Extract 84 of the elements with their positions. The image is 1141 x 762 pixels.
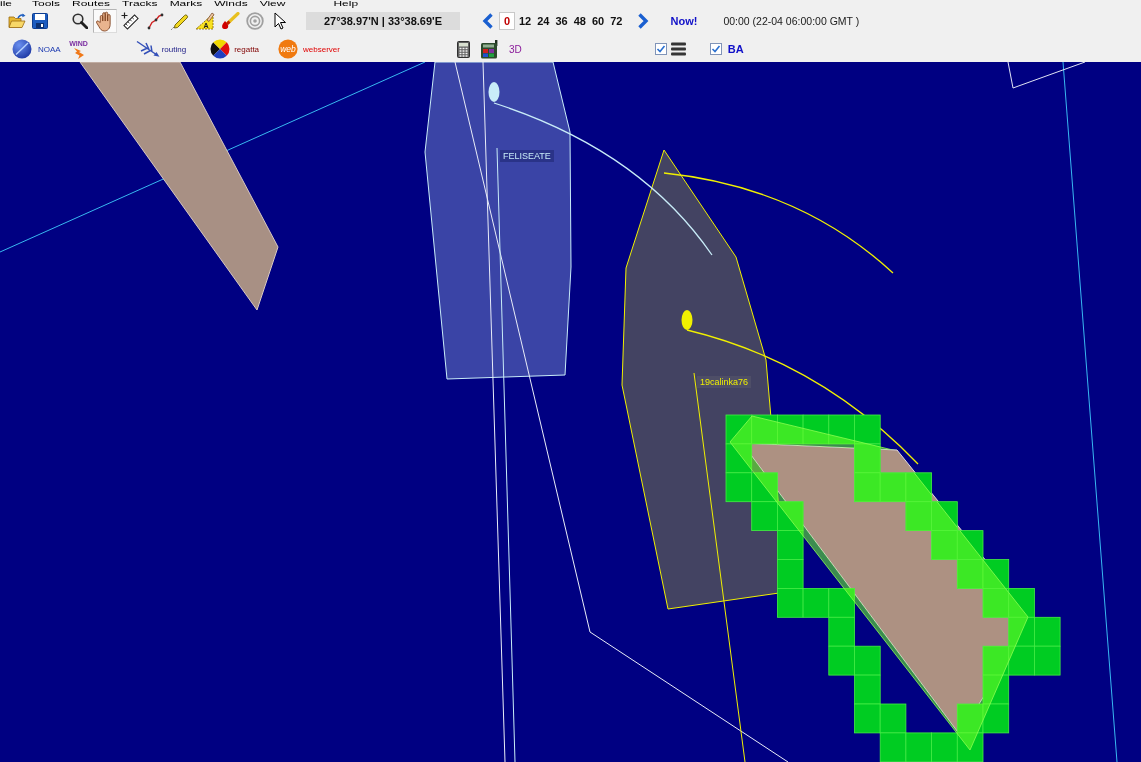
map-tile — [931, 732, 958, 762]
map-tile — [905, 732, 932, 762]
map-tile — [982, 645, 1010, 676]
forecast-hour-button[interactable]: 72 — [608, 12, 625, 30]
map-tile — [956, 530, 984, 560]
map-tile — [725, 443, 753, 474]
forecast-hour-button[interactable]: 60 — [590, 12, 607, 30]
map-tile — [982, 703, 1010, 734]
map-tile — [751, 501, 778, 531]
target-icon — [246, 12, 264, 30]
boat-name-label: 19calinka76 — [697, 376, 752, 388]
open-folder-icon[interactable] — [8, 13, 26, 29]
map-tile — [956, 732, 984, 762]
layer-checkbox[interactable] — [709, 43, 722, 55]
coordinates-readout: 27°38.97'N | 33°38.69'E — [306, 12, 460, 30]
noaa-button[interactable]: NOAA — [12, 39, 61, 59]
map-tile — [777, 530, 804, 560]
map-tile — [828, 414, 855, 445]
map-tile — [751, 472, 778, 503]
view-3d-button[interactable]: 3D — [508, 43, 522, 55]
map-tile — [802, 588, 830, 618]
map-tile — [1034, 645, 1061, 676]
pencil-icon — [171, 12, 189, 30]
map-tile — [905, 472, 932, 503]
magnifier-icon — [72, 13, 88, 29]
map-tile — [982, 674, 1010, 705]
map-tile — [854, 645, 881, 676]
map-tile — [1034, 616, 1061, 647]
list-icon[interactable] — [670, 42, 686, 56]
map-tile — [1008, 645, 1035, 676]
map-tile — [777, 559, 804, 589]
map-tile — [828, 616, 855, 647]
map-tile — [854, 414, 881, 445]
layer-checkbox[interactable] — [654, 43, 667, 55]
pan-tool-button[interactable] — [93, 9, 117, 33]
map-tile — [854, 703, 881, 734]
forecast-time-label: 00:00 (22-04 06:00:00 GMT ) — [723, 15, 860, 27]
chevron-right-icon[interactable] — [636, 13, 649, 29]
boat-name-label: FELISEATE — [500, 150, 554, 162]
layer-label: BA — [727, 43, 744, 55]
map-tile — [1008, 588, 1035, 618]
map-tile — [828, 588, 855, 618]
map-tile — [956, 703, 984, 734]
map-tile — [854, 472, 881, 503]
map-tile — [982, 588, 1010, 618]
routing-button[interactable]: routing — [135, 40, 187, 58]
forecast-hour-button[interactable]: 36 — [553, 12, 570, 30]
cursor-icon — [273, 12, 287, 30]
handheld-device-icon[interactable] — [479, 39, 499, 59]
map-tile — [751, 414, 778, 445]
map-tile — [777, 414, 804, 445]
now-button[interactable]: Now! — [670, 15, 698, 27]
forecast-hour-button[interactable]: 12 — [517, 12, 534, 30]
forecast-hour-button[interactable]: 24 — [535, 12, 552, 30]
globe-icon — [12, 39, 32, 59]
map-tile — [777, 588, 804, 618]
map-tile — [854, 443, 881, 474]
map-tile — [725, 472, 753, 503]
quadrant-circle-icon — [210, 39, 231, 59]
chevron-left-icon[interactable] — [482, 13, 494, 29]
forecast-hour-button[interactable]: 0 — [499, 12, 515, 30]
ruler-icon — [121, 12, 139, 30]
map-tile — [905, 501, 932, 531]
map-tile — [931, 530, 958, 560]
map-tile — [1008, 616, 1035, 647]
map-tile — [879, 732, 907, 762]
brush-icon — [220, 12, 240, 30]
map-tile — [879, 472, 907, 503]
polyline-icon — [146, 12, 164, 30]
map-tile — [854, 674, 881, 705]
calculator-icon[interactable] — [456, 40, 470, 58]
map-tile — [879, 703, 907, 734]
map-tile — [828, 645, 855, 676]
branching-arrow-icon — [135, 40, 160, 58]
map-tile — [725, 414, 753, 445]
map-tile — [931, 501, 958, 531]
webserver-button[interactable]: web webserver — [278, 39, 340, 59]
map-tile — [982, 559, 1010, 589]
web-icon: web — [278, 39, 299, 59]
forecast-hour-button[interactable]: 48 — [571, 12, 588, 30]
map-tile — [956, 559, 984, 589]
map-tile — [802, 414, 830, 445]
regatta-button[interactable]: regatta — [210, 39, 260, 59]
map-tile — [777, 501, 804, 531]
